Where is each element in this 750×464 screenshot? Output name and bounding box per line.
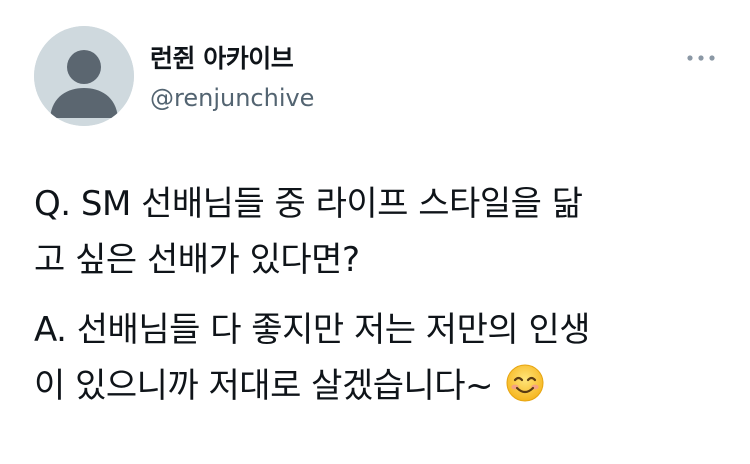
display-name[interactable]: 런쥔 아카이브 [150, 44, 294, 74]
user-handle[interactable]: @renjunchive [150, 84, 314, 112]
default-avatar-icon[interactable] [34, 26, 134, 126]
tweet-text: Q. SM 선배님들 중 라이프 스타일을 닮 고 싶은 선배가 있다면? A.… [34, 176, 724, 428]
tweet-question: Q. SM 선배님들 중 라이프 스타일을 닮 고 싶은 선배가 있다면? [34, 176, 724, 288]
smiling-face-emoji [505, 363, 545, 403]
tweet: 런쥔 아카이브 @renjunchive Q. SM 선배님들 중 라이프 스타… [0, 0, 750, 464]
tweet-question-text: Q. SM 선배님들 중 라이프 스타일을 닮 고 싶은 선배가 있다면? [34, 184, 583, 280]
tweet-answer: A. 선배님들 다 좋지만 저는 저만의 인생 이 있으니까 저대로 살겠습니다… [34, 302, 724, 414]
more-horizontal-icon[interactable] [684, 46, 718, 70]
